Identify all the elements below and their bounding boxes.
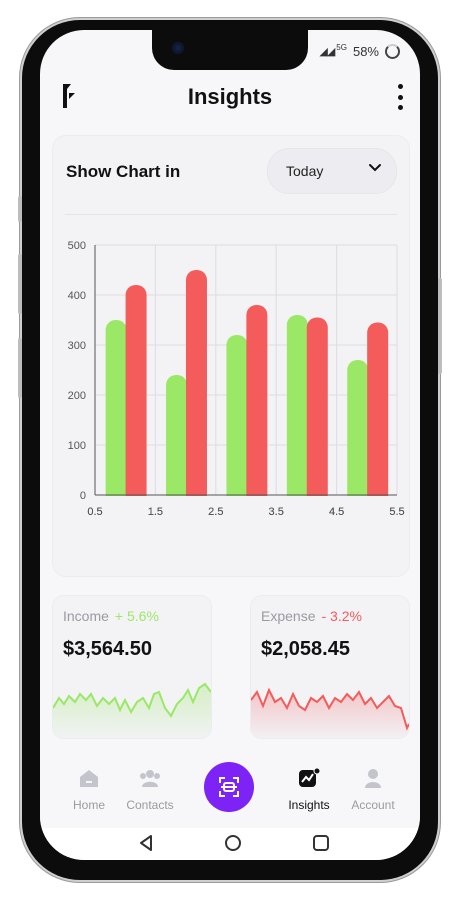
- page-title: Insights: [187, 84, 273, 109]
- bar: [125, 285, 147, 505]
- nav-home-label: Home: [72, 798, 105, 812]
- nav-contacts[interactable]: Contacts: [115, 768, 185, 812]
- home-icon: [80, 770, 98, 787]
- y-tick-label: 500: [68, 240, 86, 252]
- home-circle-icon[interactable]: [224, 834, 242, 852]
- x-tick-label: 5.5: [389, 506, 404, 518]
- expense-sparkline: [251, 687, 409, 738]
- bar: [347, 360, 369, 505]
- nav-account-label: Account: [351, 798, 395, 812]
- x-tick-label: 2.5: [208, 506, 223, 518]
- expense-card[interactable]: Expense - 3.2% $2,058.45: [250, 595, 410, 739]
- x-tick-label: 0.5: [87, 506, 102, 518]
- y-tick-label: 300: [68, 340, 86, 352]
- scan-icon: [219, 777, 239, 797]
- chart-period-label: Show Chart in: [66, 162, 181, 181]
- divider: [65, 214, 397, 215]
- income-change: + 5.6%: [114, 608, 159, 624]
- x-tick-label: 4.5: [329, 506, 344, 518]
- x-tick-label: 3.5: [269, 506, 284, 518]
- nav-insights[interactable]: Insights: [274, 767, 344, 812]
- income-sparkline: [53, 682, 211, 738]
- x-tick-label: 1.5: [148, 506, 163, 518]
- recents-icon[interactable]: [312, 834, 330, 852]
- insights-icon: [299, 767, 321, 787]
- battery-icon: [385, 44, 400, 59]
- status-bar: ◢◢ 5G 58%: [319, 43, 400, 59]
- signal-icon: ◢◢: [319, 46, 335, 58]
- bar: [226, 335, 248, 505]
- bottom-nav: Home Contacts Insights Account: [40, 750, 420, 828]
- y-tick-label: 400: [68, 290, 86, 302]
- power-button: [438, 278, 442, 374]
- expense-amount: $2,058.45: [261, 638, 350, 660]
- bar-chart: 01002003004005000.5 1.5 2.5 3.5 4.5 5.50.5 1.5…: [68, 240, 405, 518]
- y-tick-label: 200: [68, 390, 86, 402]
- system-nav-bar: [40, 828, 420, 860]
- app-bar: Insights: [40, 80, 420, 120]
- volume-down-button: [18, 338, 22, 398]
- account-icon: [365, 769, 381, 788]
- bar: [367, 322, 389, 505]
- nav-contacts-label: Contacts: [126, 798, 174, 812]
- income-card[interactable]: Income + 5.6% $3,564.50: [52, 595, 212, 739]
- camera-icon: [172, 42, 184, 54]
- bar: [105, 320, 127, 505]
- income-amount: $3,564.50: [63, 638, 152, 660]
- y-tick-label: 100: [68, 440, 86, 452]
- volume-up-button: [18, 254, 22, 314]
- y-tick-label: 0: [80, 490, 86, 502]
- period-selected-value: Today: [286, 163, 324, 179]
- nav-account[interactable]: Account: [338, 768, 408, 812]
- nav-insights-label: Insights: [288, 798, 330, 812]
- bar: [246, 305, 268, 505]
- bar: [286, 315, 308, 505]
- axis-mask: [96, 496, 398, 508]
- more-options-icon[interactable]: [396, 84, 404, 110]
- battery-percent: 58%: [352, 44, 379, 59]
- notch: [152, 30, 308, 70]
- back-icon[interactable]: [138, 834, 156, 852]
- income-label: Income: [63, 608, 109, 624]
- expense-label: Expense: [261, 608, 316, 624]
- chart-card: Show Chart in Today 0 100 200 300 400 500 0.5 1…: [52, 135, 410, 577]
- scan-button[interactable]: [204, 762, 254, 812]
- expense-change: - 3.2%: [321, 608, 362, 624]
- network-type: 5G: [336, 43, 347, 52]
- bar: [185, 270, 207, 505]
- contacts-icon: [140, 770, 160, 787]
- chevron-down-icon: [369, 164, 381, 172]
- mute-switch: [18, 196, 22, 222]
- app-screen: ◢◢ 5G 58% Insights Show Chart in Today 0…: [40, 30, 420, 860]
- bar: [166, 375, 188, 505]
- bar: [306, 317, 328, 505]
- period-dropdown[interactable]: Today: [267, 148, 397, 194]
- nav-home[interactable]: Home: [54, 768, 124, 812]
